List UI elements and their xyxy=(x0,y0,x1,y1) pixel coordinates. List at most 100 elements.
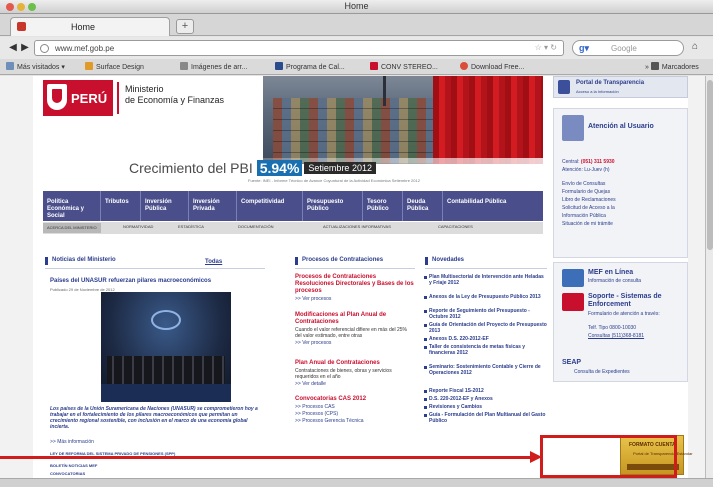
vertical-scrollbar[interactable] xyxy=(705,76,713,478)
novedad-item[interactable]: Seminario: Sostenimiento Contable y Cier… xyxy=(424,364,547,376)
menu-item-inversion-publica[interactable]: Inversión Pública xyxy=(141,191,189,221)
divider xyxy=(117,82,119,114)
bookmark-item[interactable]: Más visitados ▾ xyxy=(6,62,65,71)
bookmark-item[interactable]: CONV STEREO... xyxy=(370,62,438,71)
procesos-block-link[interactable]: >> Procesos CAS xyxy=(295,404,415,410)
novedades-section-title: Novedades xyxy=(425,257,464,265)
title-bar: Home xyxy=(0,0,713,14)
search-input[interactable]: g▾ Google xyxy=(572,40,684,56)
procesos-block-link[interactable]: >> Procesos (CPS) xyxy=(295,411,415,417)
new-tab-button[interactable]: + xyxy=(176,19,194,34)
tab-label: Home xyxy=(71,22,96,32)
user-icon xyxy=(562,115,584,141)
novedad-item[interactable]: Guía de Orientación del Proyecto de Pres… xyxy=(424,322,547,334)
novedad-item[interactable]: Plan Multisectorial de Intervención ante… xyxy=(424,274,547,286)
news-more-link[interactable]: >> Más información xyxy=(50,439,94,445)
globe-icon xyxy=(40,44,49,53)
menu-item-tributos[interactable]: Tributos xyxy=(101,191,141,221)
procesos-block[interactable]: Plan Anual de Contrataciones Contratacio… xyxy=(295,360,415,387)
menu-item-deuda[interactable]: Deuda Pública xyxy=(403,191,443,221)
procesos-block-text: Contrataciones de bienes, obras y servic… xyxy=(295,368,392,380)
home-icon[interactable]: ⌂ xyxy=(692,41,706,55)
bookmark-icon xyxy=(460,62,468,70)
mef-linea-subtitle: Información de consulta xyxy=(588,278,642,284)
bookmark-item[interactable]: Programa de Cal... xyxy=(275,62,345,71)
news-footer-link[interactable]: BOLETÍN NOTICIAS MEF xyxy=(50,463,97,468)
sidebar-link[interactable]: Solicitud de Acceso a la xyxy=(562,205,615,211)
novedad-item[interactable]: Guía - Formulación del Plan Multianual d… xyxy=(424,412,547,424)
favicon-icon xyxy=(17,22,26,31)
novedad-item[interactable]: Taller de consistencia de metas físicas … xyxy=(424,344,547,356)
bookmark-item[interactable]: Imágenes de arr... xyxy=(180,62,247,71)
menu-item-contabilidad[interactable]: Contabilidad Pública xyxy=(443,191,543,221)
sidebar-link[interactable]: Envío de Consultas xyxy=(562,181,605,187)
annotation-highlight-box xyxy=(540,435,677,478)
news-headline[interactable]: Países del UNASUR refuerzan pilares macr… xyxy=(50,278,230,285)
news-footer-link[interactable]: CONVOCATORIAS xyxy=(50,471,85,476)
soporte-phone-2[interactable]: Consultas (511)368-8181 xyxy=(588,333,644,339)
support-icon xyxy=(562,293,584,311)
portal-transparencia-banner[interactable]: Portal de Transparencia Acceso a la Info… xyxy=(553,76,688,98)
people-image xyxy=(107,356,225,384)
submenu-actualizaciones[interactable]: ACTUALIZACIONES INFORMATIVAS xyxy=(323,224,391,229)
procesos-block-link[interactable]: >> Procesos Gerencia Técnica xyxy=(295,418,415,424)
submenu-normatividad[interactable]: NORMATIVIDAD xyxy=(123,224,153,229)
menu-item-inversion-privada[interactable]: Inversión Privada xyxy=(189,191,237,221)
submenu-acerca[interactable]: ACERCA DEL MINISTERIO xyxy=(43,223,101,233)
novedad-item[interactable]: Anexos D.S. 220-2012-EF xyxy=(424,336,547,342)
sidebar-link[interactable]: Situación de mi trámite xyxy=(562,221,613,227)
peru-logo[interactable]: PERÚ xyxy=(43,80,113,116)
google-icon: g▾ xyxy=(579,43,590,53)
novedad-item[interactable]: Anexos de la Ley de Presupuesto Público … xyxy=(424,294,547,300)
scrollbar-thumb[interactable] xyxy=(707,80,713,250)
reload-icon[interactable]: ☆ ▾ ↻ xyxy=(535,43,557,52)
novedad-item[interactable]: Revisiones y Cambios xyxy=(424,404,547,410)
menu-item-politica[interactable]: Política Económica y Social xyxy=(43,191,101,221)
divider xyxy=(425,268,547,269)
submenu-documentacion[interactable]: DOCUMENTACIÓN xyxy=(238,224,273,229)
procesos-block-link[interactable]: >> Ver procesos xyxy=(295,340,415,346)
hero-title-text: Crecimiento del PBI xyxy=(129,160,253,176)
main-menu: Política Económica y Social Tributos Inv… xyxy=(43,191,543,221)
sidebar-link[interactable]: Libro de Reclamaciones xyxy=(562,197,616,203)
novedad-item[interactable]: D.S. 220-2012-EF y Anexos xyxy=(424,396,547,402)
procesos-block[interactable]: Convocatorias CAS 2012 >> Procesos CAS >… xyxy=(295,396,415,424)
divider xyxy=(45,268,265,269)
procesos-block[interactable]: Modificaciones al Plan Anual de Contrata… xyxy=(295,312,415,346)
novedad-item[interactable]: Reporte Fiscal 1S-2012 xyxy=(424,388,547,394)
procesos-block-title: Modificaciones al Plan Anual de Contrata… xyxy=(295,312,387,325)
hero-banner[interactable] xyxy=(263,76,543,164)
curtain-image xyxy=(433,76,543,164)
status-bar xyxy=(0,478,713,487)
submenu-estadistica[interactable]: ESTADÍSTICA xyxy=(178,224,204,229)
bookmark-item[interactable]: » Marcadores xyxy=(645,62,699,71)
procesos-block-link[interactable]: >> Ver detalle xyxy=(295,381,415,387)
sidebar-link[interactable]: Información Pública xyxy=(562,213,606,219)
bookmark-item[interactable]: Download Free... xyxy=(460,62,524,71)
forward-icon[interactable]: ▶ xyxy=(18,41,32,55)
submenu-capacitaciones[interactable]: CAPACITACIONES xyxy=(438,224,473,229)
soporte-subtitle: Formulario de atención a través: xyxy=(588,311,660,317)
sidebar-link[interactable]: Formulario de Quejas xyxy=(562,189,610,195)
novedad-item[interactable]: Reporte de Seguimiento del Presupuesto -… xyxy=(424,308,547,320)
ministry-name: Ministerio de Economía y Finanzas xyxy=(125,84,245,106)
menu-item-tesoro[interactable]: Tesoro Público xyxy=(363,191,403,221)
tab-home[interactable]: Home xyxy=(10,17,170,36)
browser-window: Home Home + ◀ ▶ www.mef.gob.pe ☆ ▾ ↻ g▾ … xyxy=(0,0,713,487)
central-number: (051) 311 5930 xyxy=(580,159,615,165)
news-all-link[interactable]: Todas xyxy=(205,259,222,265)
hero-period: Setiembre 2012 xyxy=(304,162,376,174)
mef-page: PERÚ Ministerio de Economía y Finanzas C… xyxy=(33,76,693,478)
menu-item-presupuesto[interactable]: Presupuesto Público xyxy=(303,191,363,221)
seap-title[interactable]: SEAP xyxy=(562,359,581,367)
url-bar[interactable]: www.mef.gob.pe ☆ ▾ ↻ xyxy=(34,40,564,56)
menu-item-competitividad[interactable]: Competitividad xyxy=(237,191,303,221)
procesos-block-link[interactable]: >> Ver procesos xyxy=(295,296,415,302)
news-photo[interactable] xyxy=(101,292,231,402)
tab-bar: Home + xyxy=(0,14,713,36)
procesos-block[interactable]: Procesos de Contrataciones Resoluciones … xyxy=(295,274,415,302)
procesos-block-title: Plan Anual de Contrataciones xyxy=(295,360,380,366)
mef-linea-title[interactable]: MEF en Línea xyxy=(588,269,683,277)
soporte-title[interactable]: Soporte - Sistemas de Enforcement xyxy=(588,293,683,309)
bookmark-item[interactable]: Surface Design xyxy=(85,62,144,71)
